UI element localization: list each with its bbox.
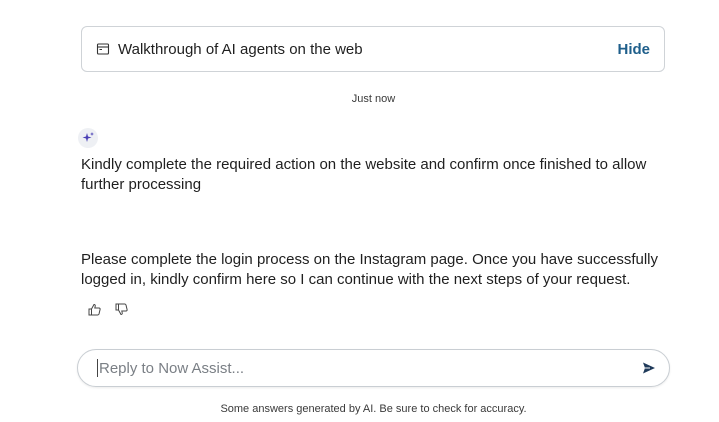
walkthrough-title: Walkthrough of AI agents on the web: [118, 40, 363, 58]
chat-panel: Walkthrough of AI agents on the web Hide…: [0, 0, 719, 422]
hide-button[interactable]: Hide: [617, 41, 650, 58]
walkthrough-card: Walkthrough of AI agents on the web Hide: [81, 26, 665, 72]
text-caret: [97, 359, 98, 377]
assistant-message: Please complete the login process on the…: [81, 251, 658, 288]
sparkle-icon: [78, 128, 98, 148]
reply-composer: [77, 349, 670, 387]
thumbs-down-icon[interactable]: [114, 302, 129, 317]
thumbs-up-icon[interactable]: [87, 302, 102, 317]
send-icon[interactable]: [641, 360, 657, 376]
message-timestamp: Just now: [351, 93, 396, 105]
reply-input[interactable]: [99, 359, 633, 377]
feedback-controls: [87, 302, 129, 317]
window-icon: [96, 42, 110, 56]
assistant-message: Kindly complete the required action on t…: [81, 156, 647, 193]
ai-disclaimer: Some answers generated by AI. Be sure to…: [220, 403, 527, 415]
